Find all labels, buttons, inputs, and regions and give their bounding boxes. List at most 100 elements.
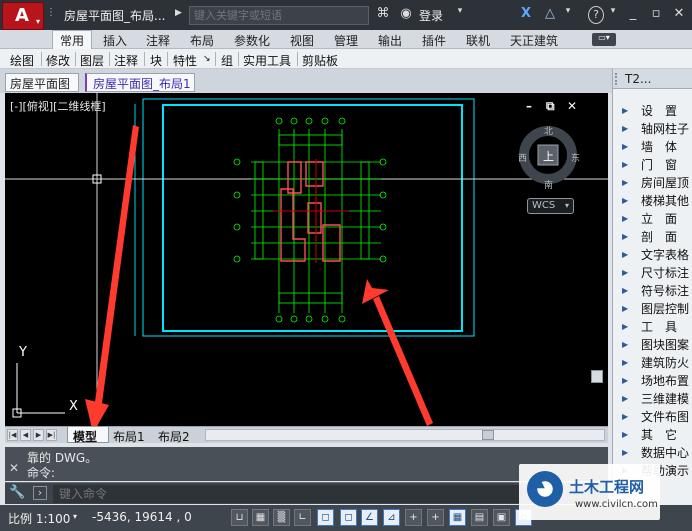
horizontal-scroll-thumb[interactable]: [482, 430, 494, 440]
wrench-icon[interactable]: 🔧: [9, 485, 25, 500]
login-button[interactable]: 登录: [419, 7, 443, 24]
tab-tangent-architecture[interactable]: 天正建筑: [510, 32, 558, 49]
tab-layout[interactable]: 布局: [190, 32, 214, 49]
close-window-icon[interactable]: ✕: [671, 6, 687, 24]
palette-item-label: 轴网柱子: [641, 122, 690, 136]
transparency-icon[interactable]: ▦: [449, 509, 466, 526]
palette-grip-icon[interactable]: [615, 73, 621, 85]
panel-group[interactable]: 组: [221, 52, 233, 69]
tab-online[interactable]: 联机: [466, 32, 490, 49]
panel-properties-launcher-icon[interactable]: ↘: [203, 54, 211, 64]
palette-item[interactable]: ▶ 文字表格: [613, 246, 692, 264]
palette-item[interactable]: ▶ 图块图案: [613, 336, 692, 354]
palette-item[interactable]: ▶ 设 置: [613, 102, 692, 120]
palette-item[interactable]: ▶ 房间屋顶: [613, 174, 692, 192]
dynamic-input-icon[interactable]: +: [405, 509, 422, 526]
dynamic-ucs-icon[interactable]: ⊿: [383, 509, 400, 526]
scale-dropdown-icon[interactable]: ▾: [73, 512, 77, 521]
ortho-mode-icon[interactable]: ∟: [294, 509, 311, 526]
palette-item[interactable]: ▶ 门 窗: [613, 156, 692, 174]
palette-item[interactable]: ▶ 墙 体: [613, 138, 692, 156]
panel-clipboard[interactable]: 剪贴板: [302, 52, 338, 69]
panel-draw[interactable]: 绘图: [10, 52, 34, 69]
next-tab-icon[interactable]: ▶: [33, 429, 44, 441]
binoculars-icon[interactable]: ⌘: [374, 6, 392, 24]
palette-item[interactable]: ▶ 场地布置: [613, 372, 692, 390]
palette-item[interactable]: ▶ 建筑防火: [613, 354, 692, 372]
tab-output[interactable]: 输出: [378, 32, 402, 49]
last-tab-icon[interactable]: ▶|: [46, 429, 57, 441]
object-snap-icon[interactable]: ◻: [340, 509, 357, 526]
palette-item[interactable]: ▶ 图层控制: [613, 300, 692, 318]
palette-item-arrow-icon: ▶: [622, 178, 629, 187]
quick-access-grip-icon[interactable]: ⋮: [46, 7, 56, 23]
a360-icon[interactable]: △: [541, 6, 559, 24]
login-dropdown-icon[interactable]: ▾: [454, 6, 466, 24]
viewport-restore-icon[interactable]: ⧉: [546, 99, 555, 114]
palette-item[interactable]: ▶ 工 具: [613, 318, 692, 336]
panel-layers[interactable]: 图层: [80, 52, 104, 69]
quick-properties-icon[interactable]: ▤: [471, 509, 488, 526]
viewport-controls-label[interactable]: [-][俯视][二维线框]: [10, 98, 106, 114]
palette-item[interactable]: ▶ 三维建模: [613, 390, 692, 408]
tab-model[interactable]: 模型: [73, 428, 97, 445]
lineweight-icon[interactable]: +: [427, 509, 444, 526]
polar-tracking-icon[interactable]: ◻: [317, 509, 334, 526]
wcs-menu-button[interactable]: WCS ▾: [527, 198, 574, 214]
panel-block[interactable]: 块: [150, 52, 162, 69]
command-prompt-line: 命令:: [27, 466, 56, 480]
search-input[interactable]: [189, 6, 369, 25]
help-icon[interactable]: ?: [588, 6, 604, 24]
grid-display-icon[interactable]: ▒: [273, 509, 290, 526]
minimize-window-icon[interactable]: _: [625, 6, 641, 24]
panel-annotation[interactable]: 注释: [114, 52, 138, 69]
tab-manage[interactable]: 管理: [334, 32, 358, 49]
viewport-minimize-icon[interactable]: –: [526, 99, 532, 113]
panel-utilities[interactable]: 实用工具: [243, 52, 291, 69]
selection-cycling-icon[interactable]: ▣: [493, 509, 510, 526]
tab-layout1[interactable]: 布局1: [113, 428, 145, 445]
palette-item[interactable]: ▶ 数据中心: [613, 444, 692, 462]
file-tab-floor-plan[interactable]: 房屋平面图: [5, 73, 79, 92]
restore-window-icon[interactable]: ▫: [648, 6, 664, 24]
panel-properties[interactable]: 特性: [173, 52, 197, 69]
viewport-close-icon[interactable]: ✕: [567, 99, 577, 113]
palette-item[interactable]: ▶ 尺寸标注: [613, 264, 692, 282]
canvas-horizontal-scrollbar[interactable]: [205, 429, 605, 441]
drawing-canvas[interactable]: [-][俯视][二维线框] – ⧉ ✕ 北 南 东 西 上 WCS ▾ Y X: [5, 93, 608, 426]
exchange-icon[interactable]: X: [517, 6, 535, 24]
help-dropdown-icon[interactable]: ▾: [607, 6, 619, 24]
palette-item[interactable]: ▶ 文件布图: [613, 408, 692, 426]
palette-item[interactable]: ▶ 楼梯其他: [613, 192, 692, 210]
palette-item[interactable]: ▶ 剖 面: [613, 228, 692, 246]
command-prompt-icon[interactable]: ›: [33, 486, 47, 500]
palette-item[interactable]: ▶ 轴网柱子: [613, 120, 692, 138]
a360-dropdown-icon[interactable]: ▾: [562, 6, 574, 24]
palette-item[interactable]: ▶ 立 面: [613, 210, 692, 228]
command-input[interactable]: [53, 485, 523, 503]
active-tab-label[interactable]: 常用: [60, 32, 84, 49]
panel-modify[interactable]: 修改: [46, 52, 70, 69]
tab-plugins[interactable]: 插件: [422, 32, 446, 49]
tab-parametric[interactable]: 参数化: [234, 32, 270, 49]
snap-mode-icon[interactable]: ▦: [252, 509, 269, 526]
vertical-scroll-thumb[interactable]: [591, 370, 603, 383]
tab-annotate[interactable]: 注释: [146, 32, 170, 49]
ribbon-minimize-icon[interactable]: ▭▾: [592, 33, 616, 46]
canvas-vertical-scrollbar[interactable]: [590, 93, 605, 426]
palette-item[interactable]: ▶ 符号标注: [613, 282, 692, 300]
annotation-scale[interactable]: 比例 1:100: [8, 510, 70, 527]
tab-layout2[interactable]: 布局2: [158, 428, 190, 445]
file-tab-floor-plan-layout1[interactable]: 房屋平面图_布局1: [85, 73, 195, 92]
tab-insert[interactable]: 插入: [103, 32, 127, 49]
tab-view[interactable]: 视图: [290, 32, 314, 49]
osnap-tracking-icon[interactable]: ∠: [361, 509, 378, 526]
title-expand-icon[interactable]: ▶: [175, 8, 182, 18]
application-menu-button[interactable]: A ▾: [2, 2, 44, 30]
viewcube-top-label[interactable]: 上: [543, 148, 554, 164]
command-close-icon[interactable]: ✕: [9, 461, 19, 475]
prev-tab-icon[interactable]: ◀: [20, 429, 31, 441]
infer-constraints-icon[interactable]: ⊔: [231, 509, 248, 526]
palette-item[interactable]: ▶ 其 它: [613, 426, 692, 444]
first-tab-icon[interactable]: |◀: [7, 429, 18, 441]
